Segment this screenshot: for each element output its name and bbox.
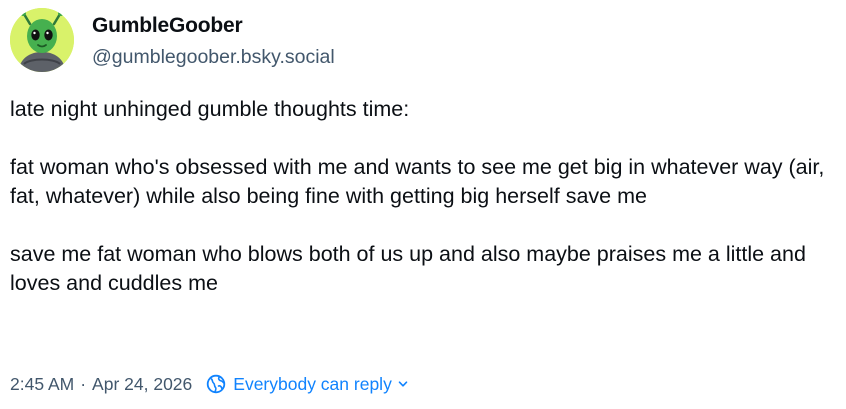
post-time[interactable]: 2:45 AM — [10, 374, 74, 395]
post-meta-row: 2:45 AM · Apr 24, 2026 Everybody can rep… — [10, 371, 409, 397]
reply-settings-button[interactable]: Everybody can reply — [206, 374, 409, 395]
avatar[interactable] — [10, 8, 74, 72]
meta-separator: · — [80, 373, 87, 394]
author-handle[interactable]: @gumblegoober.bsky.social — [92, 46, 335, 69]
globe-icon — [207, 374, 226, 394]
chevron-down-icon — [398, 381, 408, 387]
post-thread-view: GumbleGoober @gumblegoober.bsky.social l… — [0, 0, 846, 409]
post-paragraph: fat woman who's obsessed with me and wan… — [10, 155, 825, 208]
reply-settings-label: Everybody can reply — [233, 373, 392, 394]
post-paragraph: save me fat woman who blows both of us u… — [10, 242, 806, 295]
author-display-name[interactable]: GumbleGoober — [92, 14, 243, 38]
alien-avatar-icon — [10, 8, 74, 72]
post-body: late night unhinged gumble thoughts time… — [10, 95, 840, 298]
post-date[interactable]: Apr 24, 2026 — [92, 374, 192, 395]
post-paragraph: late night unhinged gumble thoughts time… — [10, 97, 410, 121]
